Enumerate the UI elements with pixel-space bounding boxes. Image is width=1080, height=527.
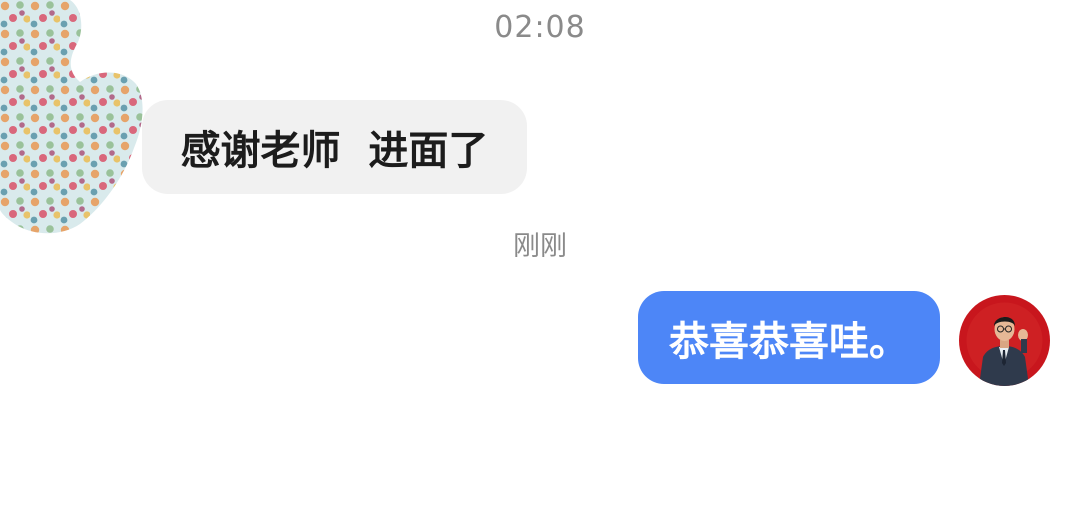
message-timestamp: 刚刚 — [513, 231, 567, 262]
incoming-message-bubble[interactable]: 感谢老师 进面了 — [142, 100, 527, 194]
message-timestamp: 02:08 — [494, 10, 586, 45]
teacher-photo-avatar-icon — [959, 295, 1050, 386]
polka-dot-cactus-avatar-icon — [0, 0, 143, 234]
chat-view: 02:08 感谢老师 进面了 刚刚 恭喜恭喜哇。 — [0, 0, 1080, 527]
sender-avatar[interactable] — [0, 0, 145, 235]
message-text: 感谢老师 进面了 — [180, 128, 489, 174]
my-avatar[interactable] — [959, 295, 1050, 386]
outgoing-message-bubble[interactable]: 恭喜恭喜哇。 — [638, 291, 940, 384]
message-text: 恭喜恭喜哇。 — [669, 318, 909, 365]
